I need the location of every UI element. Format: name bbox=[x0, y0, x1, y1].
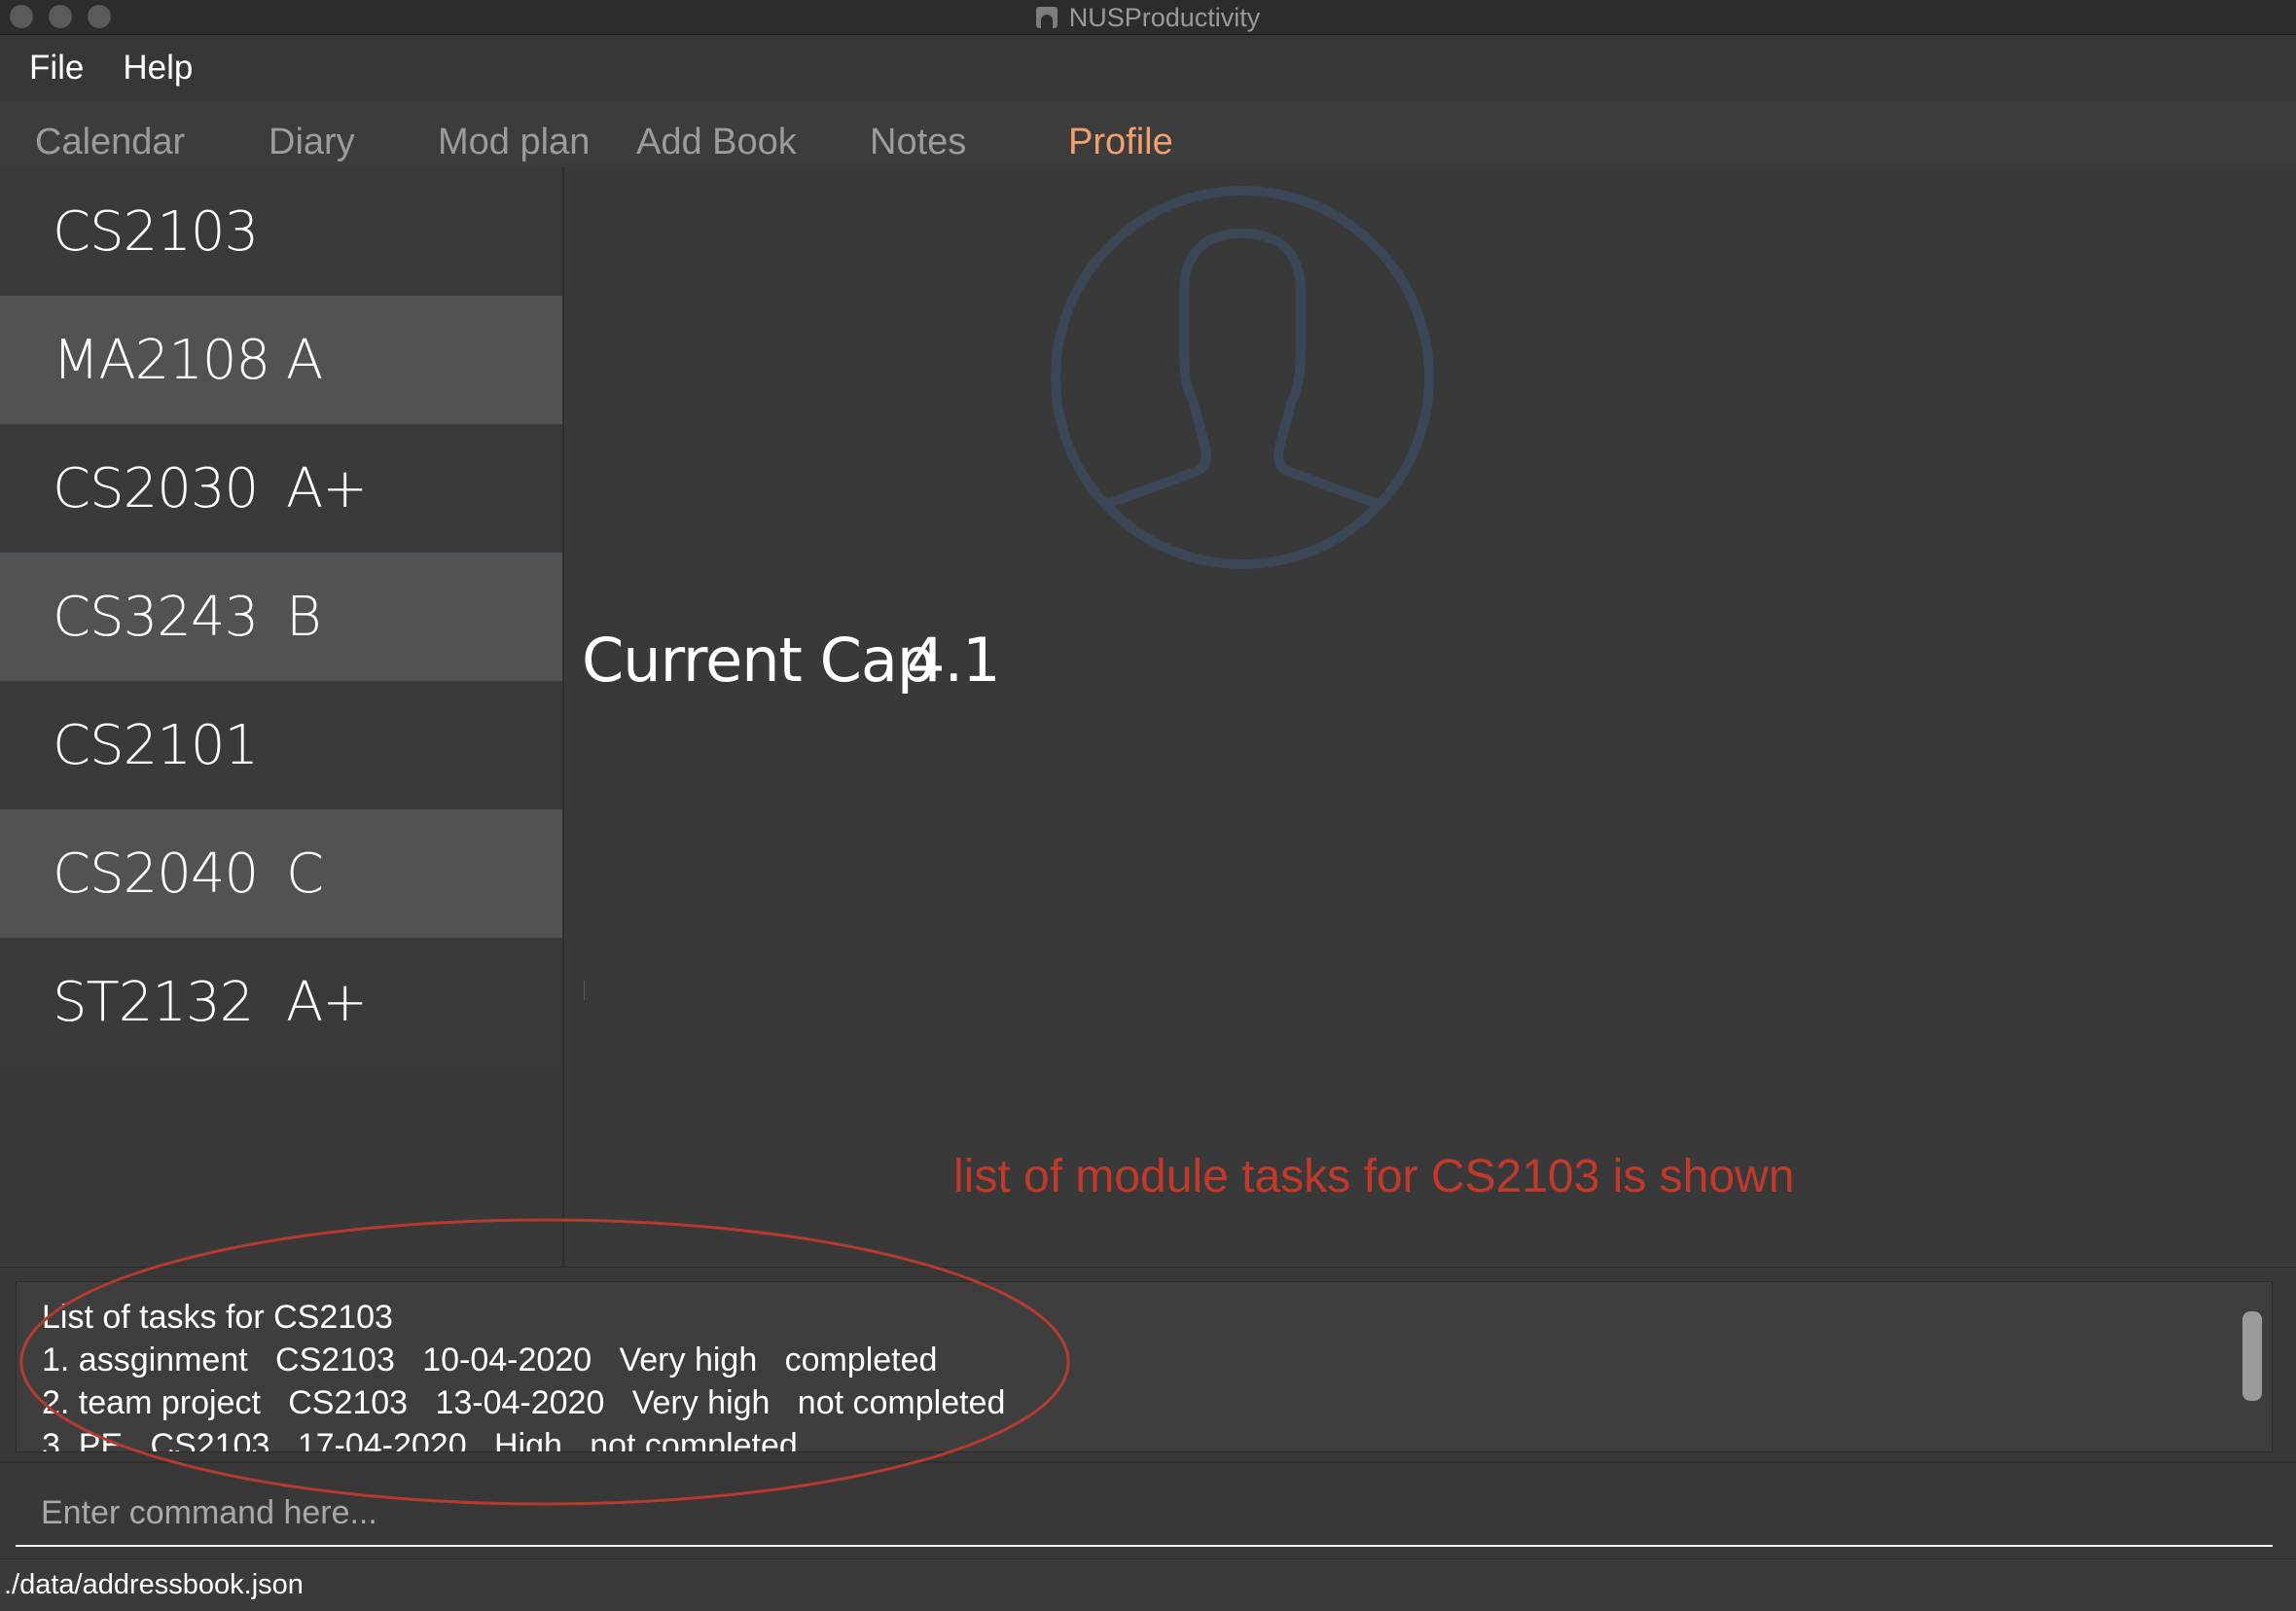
result-display[interactable]: List of tasks for CS2103 1. assginment C… bbox=[16, 1281, 2273, 1452]
result-line: List of tasks for CS2103 bbox=[42, 1299, 393, 1336]
result-display-area: List of tasks for CS2103 1. assginment C… bbox=[0, 1267, 2296, 1461]
result-line: 3. PE CS2103 17-04-2020 High not complet… bbox=[42, 1427, 798, 1452]
result-scrollbar[interactable] bbox=[2242, 1311, 2262, 1401]
tab-add-book[interactable]: Add Book bbox=[636, 101, 797, 167]
module-list-item[interactable]: ST2132 A+ bbox=[0, 938, 562, 1066]
command-area bbox=[0, 1461, 2296, 1558]
profile-panel: Current Cap 4.1 list of module tasks for… bbox=[564, 167, 2296, 1267]
tab-notes[interactable]: Notes bbox=[870, 101, 966, 167]
module-grade: A+ bbox=[286, 970, 368, 1034]
module-code: CS2040 bbox=[53, 841, 259, 906]
module-code: CS2103 bbox=[53, 199, 259, 264]
text-cursor-mark bbox=[584, 981, 585, 1000]
window-title-group: NUSProductivity bbox=[0, 0, 2296, 35]
module-list-item[interactable]: CS2103 bbox=[0, 167, 562, 296]
menu-bar: File Help bbox=[0, 35, 2296, 101]
module-list-item[interactable]: CS2040 C bbox=[0, 809, 562, 938]
app-icon bbox=[1035, 7, 1058, 28]
module-code: CS3243 bbox=[53, 585, 259, 649]
module-grade: B bbox=[286, 585, 322, 649]
module-grade: C bbox=[286, 841, 324, 906]
tab-profile[interactable]: Profile bbox=[1068, 101, 1173, 167]
tab-mod-plan[interactable]: Mod plan bbox=[438, 101, 590, 167]
tab-calendar[interactable]: Calendar bbox=[35, 101, 185, 167]
module-list-item[interactable]: CS2101 bbox=[0, 681, 562, 809]
current-cap-value: 4.1 bbox=[907, 625, 1001, 696]
module-list-item[interactable]: MA2108 A bbox=[0, 296, 562, 424]
window-title: NUSProductivity bbox=[1068, 2, 1261, 32]
module-grade: A+ bbox=[286, 456, 368, 520]
app-window: NUSProductivity File Help Calendar Diary… bbox=[0, 0, 2296, 1611]
tab-bar: Calendar Diary Mod plan Add Book Notes P… bbox=[0, 101, 2296, 167]
result-line: 1. assginment CS2103 10-04-2020 Very hig… bbox=[42, 1342, 938, 1378]
menu-file[interactable]: File bbox=[29, 49, 84, 88]
module-grade: A bbox=[286, 328, 323, 392]
current-cap-label: Current Cap bbox=[582, 625, 935, 696]
module-list-item[interactable]: CS3243 B bbox=[0, 553, 562, 681]
user-silhouette-icon bbox=[1051, 186, 1434, 569]
title-bar: NUSProductivity bbox=[0, 0, 2296, 35]
menu-help[interactable]: Help bbox=[123, 49, 193, 88]
module-code: ST2132 bbox=[53, 970, 254, 1034]
annotation-note: list of module tasks for CS2103 is shown bbox=[953, 1151, 1795, 1202]
module-list-item[interactable]: CS2030 A+ bbox=[0, 424, 562, 553]
tab-diary[interactable]: Diary bbox=[269, 101, 355, 167]
module-list: CS2103 MA2108 A CS2030 A+ CS3243 B CS210… bbox=[0, 167, 562, 1267]
module-code: CS2030 bbox=[53, 456, 259, 520]
module-code: CS2101 bbox=[53, 713, 259, 777]
result-line: 2. team project CS2103 13-04-2020 Very h… bbox=[42, 1384, 1006, 1421]
command-input[interactable] bbox=[16, 1481, 2273, 1547]
module-code: MA2108 bbox=[53, 328, 270, 392]
status-bar-path: ./data/addressbook.json bbox=[0, 1558, 2296, 1611]
